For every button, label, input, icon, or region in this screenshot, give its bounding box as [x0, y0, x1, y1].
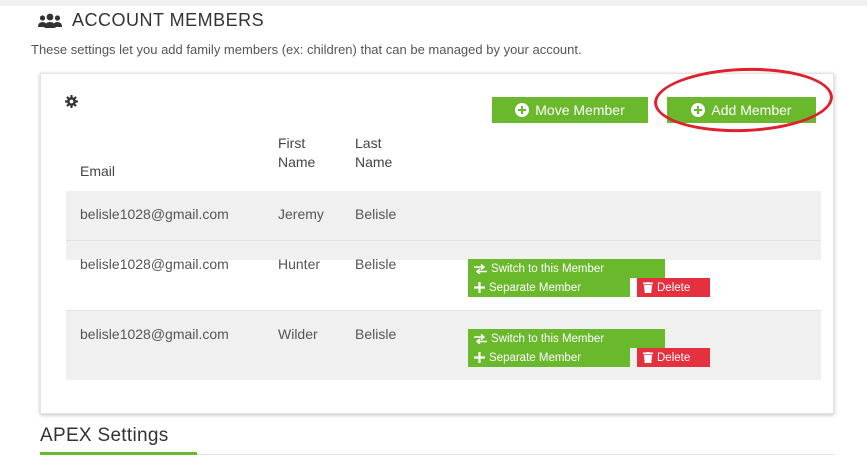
member-email: belisle1028@gmail.com: [80, 256, 229, 272]
users-icon: [38, 13, 62, 29]
members-card: Move Member Add Member Email First Name …: [40, 64, 835, 414]
delete-member-button[interactable]: Delete: [637, 348, 710, 367]
member-first-name: Wilder: [278, 326, 318, 342]
delete-member-button[interactable]: Delete: [637, 278, 710, 297]
member-last-name: Belisle: [355, 256, 397, 272]
apex-title-underline: [40, 452, 197, 455]
top-divider: [0, 0, 867, 6]
separate-member-button[interactable]: Separate Member: [468, 348, 630, 367]
column-header-first-name: First Name: [278, 135, 316, 170]
gear-icon[interactable]: [65, 95, 78, 113]
add-member-label: Add Member: [711, 102, 792, 118]
section-title: ACCOUNT MEMBERS: [72, 10, 265, 30]
delete-member-label: Delete: [657, 351, 691, 364]
trash-icon: [643, 352, 653, 363]
member-last-name: Belisle: [355, 206, 397, 222]
table-row: belisle1028@gmail.com Hunter Belisle Swi…: [66, 241, 821, 310]
plus-icon: [474, 282, 485, 293]
move-member-button[interactable]: Move Member: [492, 97, 648, 123]
separate-member-button[interactable]: Separate Member: [468, 278, 630, 297]
plus-circle-icon: [691, 103, 706, 117]
member-last-name: Belisle: [355, 326, 397, 342]
member-first-name: Hunter: [278, 256, 321, 272]
exchange-icon: [474, 333, 487, 344]
member-email: belisle1028@gmail.com: [80, 206, 229, 222]
section-header: ACCOUNT MEMBERS: [38, 10, 264, 31]
member-first-name: Jeremy: [278, 206, 324, 222]
move-member-label: Move Member: [535, 102, 625, 118]
switch-member-button[interactable]: Switch to this Member: [468, 259, 665, 278]
table-row: belisle1028@gmail.com Wilder Belisle Swi…: [66, 311, 821, 380]
separate-member-label: Separate Member: [489, 351, 582, 364]
switch-member-label: Switch to this Member: [491, 262, 605, 275]
add-member-button[interactable]: Add Member: [667, 97, 816, 123]
plus-icon: [474, 352, 485, 363]
switch-member-label: Switch to this Member: [491, 332, 605, 345]
exchange-icon: [474, 263, 487, 274]
plus-circle-icon: [515, 103, 530, 117]
apex-settings-title: APEX Settings: [40, 425, 169, 446]
delete-member-label: Delete: [657, 281, 691, 294]
column-header-last-name: Last Name: [355, 135, 393, 170]
section-description: These settings let you add family member…: [31, 42, 582, 57]
column-header-email: Email: [80, 163, 116, 179]
member-email: belisle1028@gmail.com: [80, 326, 229, 342]
switch-member-button[interactable]: Switch to this Member: [468, 329, 665, 348]
separate-member-label: Separate Member: [489, 281, 582, 294]
trash-icon: [643, 282, 653, 293]
